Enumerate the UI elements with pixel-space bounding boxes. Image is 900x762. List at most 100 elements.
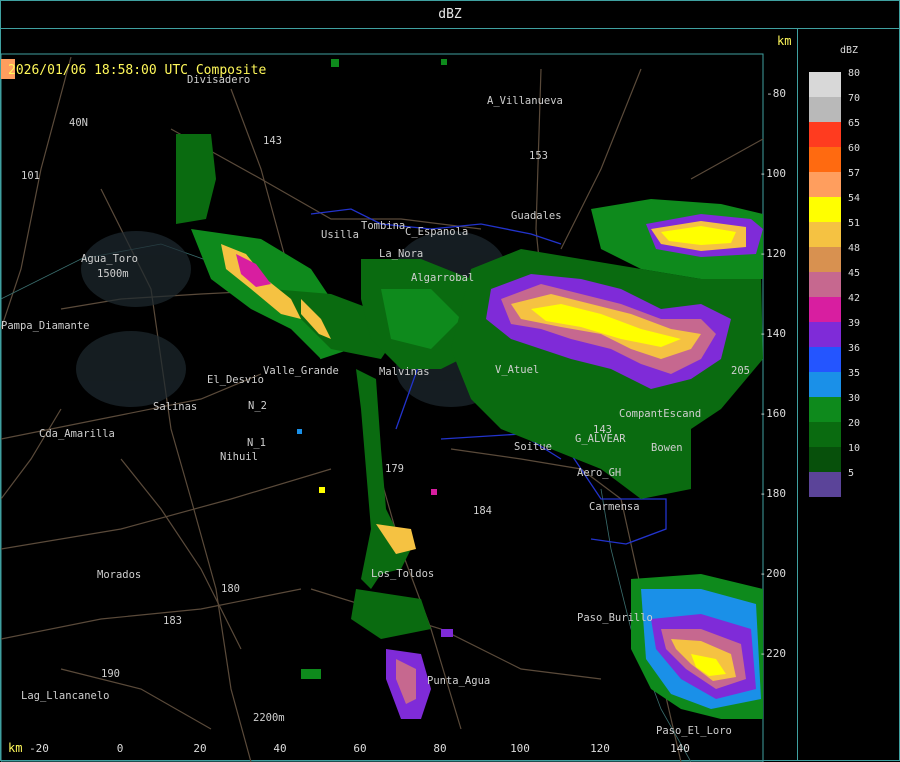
y-tick-label: -180 xyxy=(760,487,787,500)
x-tick-label: -20 xyxy=(29,742,49,755)
place-label: Carmensa xyxy=(589,501,640,513)
legend-swatch xyxy=(809,197,841,222)
route-label: 190 xyxy=(101,668,120,680)
legend-swatch xyxy=(809,272,841,297)
route-label: 184 xyxy=(473,505,492,517)
radar-map-panel[interactable]: -80 -100 -120 -140 -160 -180 -200 -220 -20 0 20 40… xyxy=(0,28,799,762)
x-tick-label: 120 xyxy=(590,742,610,755)
place-label: Valle_Grande xyxy=(263,365,339,377)
legend-value: 48 xyxy=(848,243,861,254)
place-label: Usilla xyxy=(321,229,359,241)
place-label: Punta_Agua xyxy=(427,675,490,687)
radar-map[interactable]: -80-100-120-140-160-180-200-220 -20 0 20 40… xyxy=(1,29,799,762)
legend-value: 57 xyxy=(848,168,861,179)
place-label: El_Desvio xyxy=(207,374,264,386)
legend-swatch xyxy=(809,72,841,97)
route-label: 153 xyxy=(529,150,548,162)
y-tick-label: -120 xyxy=(760,247,787,260)
place-label: V_Atuel xyxy=(495,364,539,376)
legend-value: 54 xyxy=(848,193,861,204)
legend-unit: dBZ xyxy=(840,45,859,56)
place-label: Pampa_Diamante xyxy=(1,320,90,332)
place-label: Bowen xyxy=(651,442,683,454)
place-label: Tombina xyxy=(361,220,405,232)
route-label: 180 xyxy=(221,583,240,595)
place-label: Malvinas xyxy=(379,366,430,378)
x-tick-label: 80 xyxy=(433,742,446,755)
legend-value: 60 xyxy=(848,143,861,154)
legend-swatch xyxy=(809,322,841,347)
place-label: Los_Toldos xyxy=(371,568,434,580)
elevation-label: 2200m xyxy=(253,712,285,724)
route-label: 101 xyxy=(21,170,40,182)
legend-swatch xyxy=(809,97,841,122)
km-unit-bottom: km xyxy=(8,741,23,755)
x-axis-ticks: -20 0 20 40 60 80 100 120 140 xyxy=(29,742,690,755)
legend-swatch xyxy=(809,247,841,272)
route-label: 143 xyxy=(593,424,612,436)
place-label: CompantEscand xyxy=(619,408,701,420)
legend-value: 30 xyxy=(848,393,861,404)
x-tick-label: 60 xyxy=(353,742,366,755)
y-tick-label: -200 xyxy=(760,567,787,580)
legend-swatch xyxy=(809,122,841,147)
legend-value: 10 xyxy=(848,443,861,454)
place-label: A_Villanueva xyxy=(487,95,563,107)
legend-swatch xyxy=(809,147,841,172)
legend-swatch xyxy=(809,397,841,422)
elevation-label: 1500m xyxy=(97,268,129,280)
place-label: Paso_Burillo xyxy=(577,612,653,624)
place-label: Guadales xyxy=(511,210,562,222)
route-label: 143 xyxy=(263,135,282,147)
place-label: Nihuil xyxy=(220,451,258,463)
title-bar: dBZ xyxy=(0,0,900,29)
place-label: Algarrobal xyxy=(411,272,474,284)
place-label: Salinas xyxy=(153,401,197,413)
route-label: 205 xyxy=(731,365,750,377)
legend-value: 39 xyxy=(848,318,861,329)
x-tick-label: 20 xyxy=(193,742,206,755)
y-tick-label: -160 xyxy=(760,407,787,420)
route-label: 40N xyxy=(69,117,88,129)
place-label: Lag_Llancanelo xyxy=(21,690,110,702)
legend-swatch xyxy=(809,372,841,397)
place-label: Morados xyxy=(97,569,141,581)
route-label: 183 xyxy=(163,615,182,627)
legend-value: 51 xyxy=(848,218,861,229)
km-unit-top: km xyxy=(777,34,792,48)
place-label: Agua_Toro xyxy=(81,253,138,265)
legend-swatch xyxy=(809,472,841,497)
legend-value: 20 xyxy=(848,418,861,429)
x-tick-label: 0 xyxy=(117,742,124,755)
legend-value: 80 xyxy=(848,68,861,79)
place-label: Cda_Amarilla xyxy=(39,428,115,440)
x-tick-label: 40 xyxy=(273,742,286,755)
timestamp-label: 2026/01/06 18:58:00 UTC Composite xyxy=(8,63,267,78)
legend-swatch xyxy=(809,222,841,247)
y-tick-label: -220 xyxy=(760,647,787,660)
place-label: C_Espanola xyxy=(405,226,468,238)
place-label: Aero_GH xyxy=(577,467,621,479)
legend-value: 45 xyxy=(848,268,861,279)
legend-swatch xyxy=(809,172,841,197)
place-label: N_2 xyxy=(248,400,267,412)
legend-value: 65 xyxy=(848,118,861,129)
legend-swatch xyxy=(809,422,841,447)
legend-swatch xyxy=(809,447,841,472)
place-label: N_1 xyxy=(247,437,266,449)
y-tick-label: -100 xyxy=(760,167,787,180)
place-label: Soitue xyxy=(514,441,552,453)
x-tick-label: 140 xyxy=(670,742,690,755)
legend-value: 70 xyxy=(848,93,861,104)
legend-color-scale xyxy=(809,72,841,497)
y-tick-label: -140 xyxy=(760,327,787,340)
legend-swatch xyxy=(809,347,841,372)
legend-value: 35 xyxy=(848,368,861,379)
legend-swatch xyxy=(809,297,841,322)
x-tick-label: 100 xyxy=(510,742,530,755)
route-label: 179 xyxy=(385,463,404,475)
place-label: Paso_El_Loro xyxy=(656,725,732,737)
y-tick-label: -80 xyxy=(766,87,786,100)
window-title: dBZ xyxy=(438,7,462,22)
legend-value: 5 xyxy=(848,468,855,479)
